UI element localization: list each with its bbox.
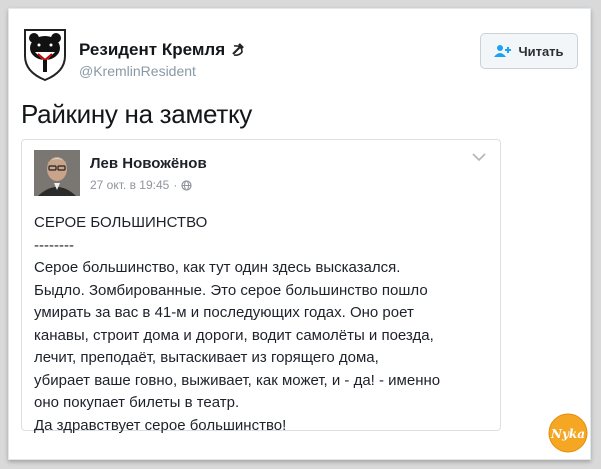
post-body: СЕРОЕ БОЛЬШИНСТВО -------- Серое большин…: [34, 212, 490, 437]
author-name-text: Резидент Кремля: [79, 40, 226, 59]
hammer-sickle-icon: [232, 43, 245, 56]
watermark-text: Nyka: [550, 427, 585, 441]
tweet-text: Райкину на заметку: [21, 99, 253, 129]
embed-author-name[interactable]: Лев Новожёнов: [90, 155, 207, 172]
follow-button[interactable]: Читать: [480, 33, 578, 69]
post-line: Быдло. Зомбированные. Это серое большинс…: [34, 281, 428, 299]
post-line: канавы, строит дома и дороги, водит само…: [34, 326, 434, 344]
embedded-facebook-post[interactable]: Лев Новожёнов 27 окт. в 19:45 · СЕРОЕ БО…: [21, 139, 501, 434]
post-line: --------: [34, 236, 74, 254]
tweet-author-name[interactable]: Резидент Кремля: [79, 40, 246, 60]
tweet-card: Резидент Кремля @KremlinResident Читать …: [8, 8, 591, 460]
tweet-author-handle[interactable]: @KremlinResident: [79, 63, 196, 79]
post-line: убирает ваше говно, выживает, как может,…: [34, 371, 441, 389]
add-user-icon: [494, 45, 512, 57]
post-line: СЕРОЕ БОЛЬШИНСТВО: [34, 214, 208, 231]
embed-timestamp[interactable]: 27 окт. в 19:45: [90, 178, 169, 192]
watermark-logo: Nyka: [548, 413, 588, 453]
post-line: Да здравствует серое большинство!: [34, 416, 287, 434]
post-line: Серое большинство, как тут один здесь вы…: [34, 259, 401, 276]
follow-button-label: Читать: [518, 43, 564, 59]
globe-icon: [181, 179, 192, 191]
post-line: оно покупает билеты в театр.: [34, 394, 240, 411]
post-line: умирать за вас в 41-м и последующих года…: [34, 304, 414, 321]
chevron-down-icon[interactable]: [472, 152, 486, 162]
embed-author-avatar[interactable]: [34, 150, 80, 196]
embed-meta: 27 окт. в 19:45 ·: [90, 178, 192, 192]
meta-separator: ·: [173, 178, 178, 192]
portrait-icon: [34, 150, 80, 196]
bear-shield-icon[interactable]: [21, 26, 69, 82]
post-line: лечит, преподаёт, вытаскивает из горящег…: [34, 349, 379, 366]
